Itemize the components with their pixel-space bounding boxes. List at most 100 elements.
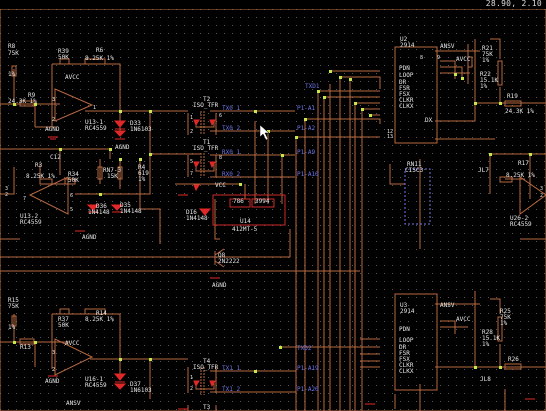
- svg-text:7: 7: [190, 171, 193, 177]
- part-u13b: RC4559: [20, 219, 42, 226]
- ref-t3: T3: [203, 404, 211, 411]
- svg-text:2: 2: [190, 386, 193, 392]
- svg-text:6: 6: [219, 113, 222, 119]
- svg-text:2: 2: [540, 193, 543, 199]
- ansv-bottom: ANSV: [66, 400, 81, 407]
- u2-pin-pdn: PDN: [399, 65, 410, 72]
- schematic-canvas[interactable]: R8 75K 1% R39 50K R6 8.25K 1% R9 24.3K 1…: [0, 9, 546, 411]
- u3-pin-pdn: PDN: [399, 326, 410, 333]
- svg-text:8: 8: [420, 55, 423, 61]
- tol-r8: 1%: [8, 71, 16, 78]
- net-tx12: TX1_2: [222, 386, 240, 393]
- svg-text:6: 6: [70, 193, 73, 199]
- grid: [0, 9, 546, 411]
- part-u2: 2914: [400, 42, 415, 49]
- val-r6: 8.25K 1%: [85, 55, 114, 62]
- tol-r15: 1%: [8, 324, 16, 331]
- val-r37: 50K: [58, 322, 69, 329]
- val-r19: 24.3K 1%: [505, 108, 534, 115]
- val-r3: 8.25K 1%: [26, 173, 55, 180]
- net-txd2: TXD2: [297, 345, 312, 352]
- ref-r8: R8: [8, 43, 16, 50]
- tol-r28: 1%: [482, 341, 490, 348]
- net-p1a10: P1-A10: [297, 171, 319, 178]
- u2-pin-loop: LOOP: [399, 72, 414, 79]
- ref-r19: R19: [507, 93, 518, 100]
- part-u16: RC4559: [85, 382, 107, 389]
- pwr-u16: AVCC: [65, 340, 80, 347]
- val-r9: 24.3K 1%: [8, 98, 37, 105]
- val-r17: 8.25K 1%: [506, 172, 535, 179]
- gnd-label-1: AGND: [115, 144, 130, 151]
- part-t2: ISO_TFR: [193, 102, 219, 109]
- svg-text:3: 3: [540, 186, 543, 192]
- status-bar: 28.90, 2.10: [0, 0, 546, 9]
- svg-text:1: 1: [190, 375, 193, 381]
- net-p1a20: P1-A20: [297, 386, 319, 393]
- ref-r6: R6: [96, 47, 104, 54]
- net-txd1: TXD1: [305, 83, 320, 90]
- net-tx01: TX0_1: [222, 105, 240, 112]
- part-u14: 412MT-5: [232, 226, 258, 233]
- svg-text:5: 5: [70, 207, 73, 213]
- svg-text:1: 1: [190, 115, 193, 121]
- svg-text:2: 2: [190, 129, 193, 135]
- svg-text:13: 13: [387, 134, 393, 140]
- part-t1: ISO_TFR: [193, 145, 219, 152]
- val-rn7: 15K: [107, 173, 118, 180]
- gnd-label-2: AGND: [82, 234, 97, 241]
- part-d33: 1N6103: [130, 126, 152, 133]
- u2-pin-clkx: CLKX: [399, 103, 414, 110]
- tol-r4: 1%: [138, 176, 146, 183]
- net-p1a19: P1-A19: [297, 365, 319, 372]
- part-t4: ISO_TFR: [193, 364, 219, 371]
- vcc-label: VCC: [215, 182, 226, 189]
- ref-r17: R17: [518, 160, 529, 167]
- net-rx01: RX0_1: [222, 149, 240, 156]
- part-rn11: CISC3: [405, 167, 423, 174]
- val-r34: 50K: [68, 177, 79, 184]
- tol-r22: 1%: [480, 83, 488, 90]
- part-d35: 1N4148: [120, 208, 142, 215]
- svg-text:2: 2: [52, 117, 55, 123]
- tol-r25: 1%: [500, 320, 508, 327]
- tol-r21: 1%: [482, 57, 490, 64]
- svg-text:2: 2: [5, 192, 8, 198]
- val-r39: 50K: [58, 54, 69, 61]
- net-p1a9: P1-A9: [297, 149, 315, 156]
- u2-avcc: AVCC: [456, 56, 471, 63]
- part-u3: 2914: [400, 308, 415, 315]
- net-p1a2: P1-A2: [297, 125, 315, 132]
- pwr-u13a: AVCC: [65, 74, 80, 81]
- svg-text:3: 3: [52, 350, 55, 356]
- lbl-786: 786: [233, 198, 244, 205]
- svg-text:1: 1: [93, 105, 96, 111]
- ref-r13: R13: [20, 344, 31, 351]
- net-tx11: TX1_1: [222, 365, 240, 372]
- lbl-3994: 3994: [255, 198, 270, 205]
- u3-ansv: ANSV: [440, 302, 455, 309]
- ref-jl7: JL7: [478, 167, 489, 174]
- net-p1a1: P1-A1: [297, 105, 315, 112]
- u2-pin-dx: DX: [425, 117, 433, 124]
- val-r8: 75K: [8, 50, 19, 57]
- svg-text:8: 8: [219, 155, 222, 161]
- val-r14: 8.25K 1%: [85, 316, 114, 323]
- ref-u14: U14: [240, 218, 251, 225]
- part-q8: 2N2222: [218, 258, 240, 265]
- svg-text:5: 5: [190, 159, 193, 165]
- ref-r26: R26: [508, 356, 519, 363]
- u3-pin-clkx: CLKX: [399, 368, 414, 375]
- ref-jl8: JL8: [480, 376, 491, 383]
- part-d37: 1N6103: [130, 387, 152, 394]
- gnd-label-3: AGND: [212, 282, 227, 289]
- gnd-u16: AGND: [45, 378, 60, 385]
- ref-r3: R3: [35, 162, 43, 169]
- svg-text:3: 3: [52, 97, 55, 103]
- u3-pin-loop: LOOP: [399, 337, 414, 344]
- val-r15: 75K: [8, 303, 19, 310]
- net-tx02: TX0_2: [222, 125, 240, 132]
- cursor-coordinates: 28.90, 2.10: [485, 0, 542, 8]
- part-u13a: RC4559: [85, 125, 107, 132]
- part-d16: 1N4148: [186, 215, 208, 222]
